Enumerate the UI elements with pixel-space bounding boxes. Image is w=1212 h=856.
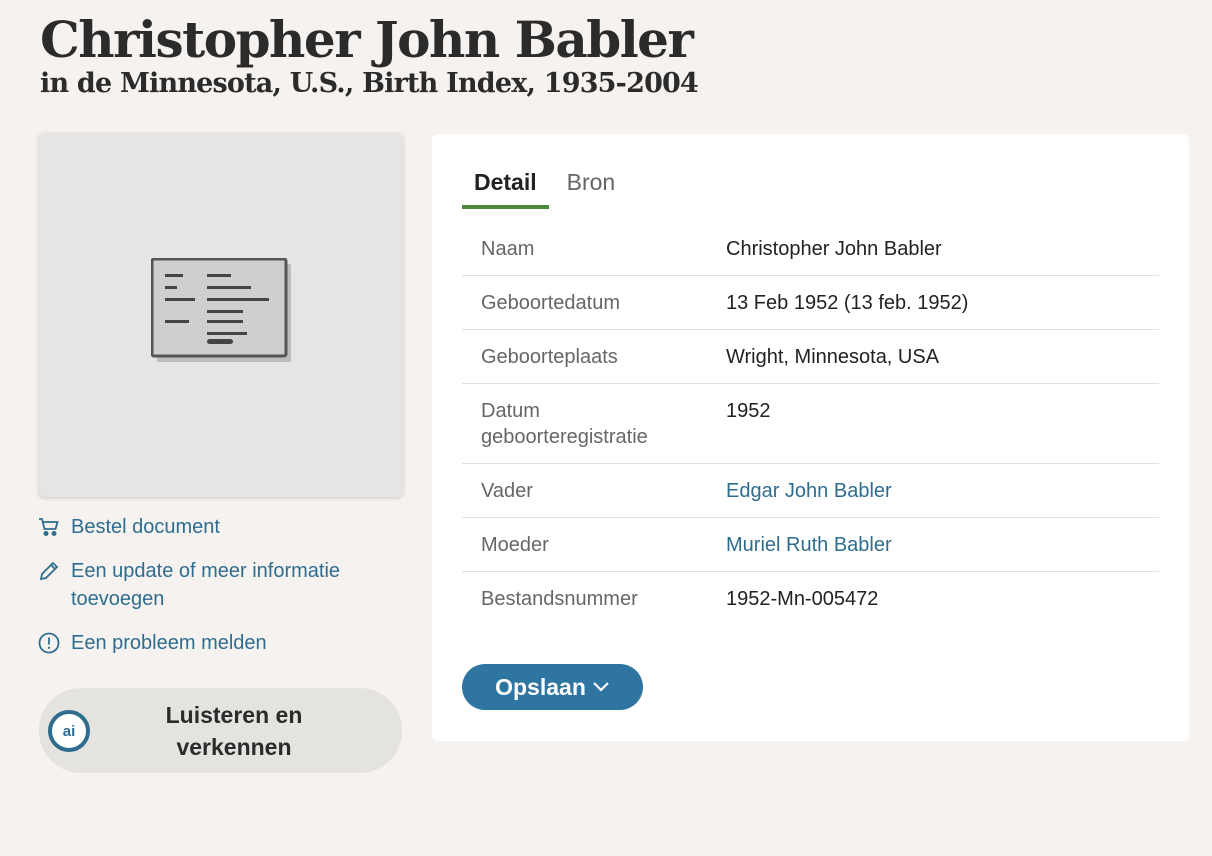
- report-problem-label: Een probleem melden: [71, 632, 267, 654]
- row-label: Naam: [481, 238, 535, 260]
- table-row: Bestandsnummer 1952-Mn-005472: [462, 572, 1159, 625]
- ai-icon: ai: [48, 710, 90, 752]
- row-label: Bestandsnummer: [481, 588, 638, 610]
- document-thumbnail[interactable]: [39, 133, 403, 497]
- add-update-label: Een update of meer informatie toevoegen: [71, 560, 341, 610]
- chevron-down-icon: [593, 682, 609, 692]
- row-label: Geboortedatum: [481, 292, 620, 314]
- page-subtitle: in de Minnesota, U.S., Birth Index, 1935…: [40, 68, 699, 99]
- record-detail-panel: Detail Bron Naam Christopher John Babler…: [432, 134, 1189, 741]
- document-placeholder-icon: [151, 258, 291, 362]
- table-row: Geboortedatum 13 Feb 1952 (13 feb. 1952): [462, 276, 1159, 330]
- add-update-link[interactable]: Een update of meer informatie toevoegen: [38, 557, 398, 613]
- report-problem-link[interactable]: Een probleem melden: [38, 629, 267, 657]
- listen-explore-label: Luisteren en verkennen: [165, 702, 303, 760]
- tab-bron[interactable]: Bron: [555, 166, 628, 209]
- save-button[interactable]: Opslaan: [462, 664, 643, 710]
- row-label: Geboorteplaats: [481, 346, 618, 368]
- page-title: Christopher John Babler: [40, 10, 694, 69]
- tab-detail[interactable]: Detail: [462, 166, 549, 209]
- row-value: 1952: [726, 400, 771, 422]
- row-value: 13 Feb 1952 (13 feb. 1952): [726, 292, 969, 314]
- detail-table: Naam Christopher John Babler Geboortedat…: [462, 222, 1159, 625]
- row-label: Moeder: [481, 534, 549, 556]
- table-row: Moeder Muriel Ruth Babler: [462, 518, 1159, 572]
- alert-circle-icon: [38, 629, 62, 657]
- row-value: 1952-Mn-005472: [726, 588, 879, 610]
- order-document-label: Bestel document: [71, 516, 220, 538]
- save-button-label: Opslaan: [495, 673, 586, 700]
- father-link[interactable]: Edgar John Babler: [726, 478, 892, 504]
- listen-explore-button[interactable]: ai Luisteren en verkennen: [39, 688, 402, 773]
- pencil-icon: [38, 557, 62, 585]
- table-row: Vader Edgar John Babler: [462, 464, 1159, 518]
- row-label: Vader: [481, 480, 533, 502]
- cart-icon: [38, 513, 62, 541]
- row-value: Wright, Minnesota, USA: [726, 346, 940, 368]
- row-label: Datum geboorteregistratie: [481, 400, 648, 448]
- tab-bar: Detail Bron: [462, 166, 633, 209]
- table-row: Geboorteplaats Wright, Minnesota, USA: [462, 330, 1159, 384]
- mother-link[interactable]: Muriel Ruth Babler: [726, 532, 892, 558]
- table-row: Naam Christopher John Babler: [462, 222, 1159, 276]
- table-row: Datum geboorteregistratie 1952: [462, 384, 1159, 464]
- row-value: Christopher John Babler: [726, 238, 942, 260]
- order-document-link[interactable]: Bestel document: [38, 513, 220, 541]
